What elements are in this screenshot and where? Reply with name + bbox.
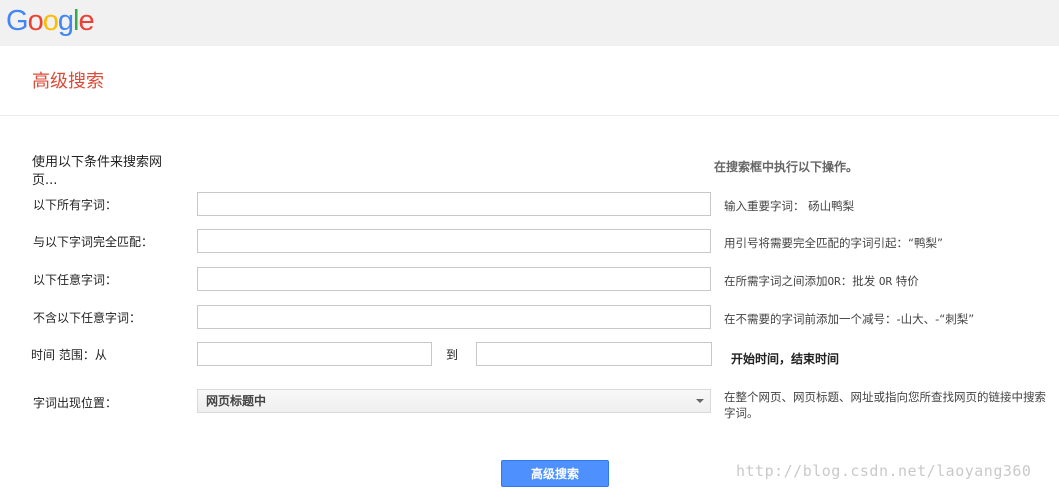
exact-phrase-label: 与以下字词完全匹配： bbox=[33, 235, 154, 249]
page-title: 高级搜索 bbox=[32, 71, 104, 92]
none-words-label: 不含以下任意字词： bbox=[33, 311, 142, 325]
logo-letter: g bbox=[57, 5, 74, 37]
term-location-select[interactable]: 网页标题中 bbox=[197, 389, 711, 413]
all-words-input[interactable] bbox=[197, 192, 711, 216]
logo-letter: e bbox=[78, 5, 94, 37]
none-words-input[interactable] bbox=[197, 305, 711, 329]
logo-letter: o bbox=[27, 5, 44, 37]
time-to-input[interactable] bbox=[476, 342, 712, 366]
time-to-label: 到 bbox=[446, 348, 459, 362]
logo-letter: o bbox=[42, 5, 59, 37]
any-words-input[interactable] bbox=[197, 267, 711, 291]
or-operator: OR bbox=[878, 275, 893, 288]
intro-text: 使用以下条件来搜索网页... bbox=[32, 155, 163, 188]
hint-column-header: 在搜索框中执行以下操作。 bbox=[714, 160, 859, 174]
time-range-label: 时间 范围：从 bbox=[31, 348, 107, 362]
any-words-hint-suffix: 特价 bbox=[892, 274, 919, 288]
watermark: http://blog.csdn.net/laoyang360 bbox=[736, 462, 1032, 480]
none-words-hint: 在不需要的字词前添加一个减号：-山大、-“刺梨” bbox=[724, 312, 975, 326]
any-words-hint-prefix: 在所需字词之间添加 bbox=[724, 274, 828, 288]
dropdown-arrow-icon bbox=[696, 399, 704, 403]
time-range-hint: 开始时间，结束时间 bbox=[731, 352, 840, 366]
all-words-hint: 输入重要字词： 砀山鸭梨 bbox=[724, 199, 855, 213]
any-words-hint-mid: ：批发 bbox=[840, 274, 879, 288]
any-words-label: 以下任意字词： bbox=[33, 273, 118, 287]
google-logo[interactable]: Google bbox=[6, 5, 95, 37]
advanced-search-button[interactable]: 高级搜索 bbox=[501, 460, 609, 487]
exact-phrase-hint: 用引号将需要完全匹配的字词引起：“鸭梨” bbox=[724, 236, 943, 250]
term-location-selected: 网页标题中 bbox=[206, 394, 267, 408]
any-words-hint: 在所需字词之间添加OR：批发 OR 特价 bbox=[724, 273, 919, 290]
all-words-label: 以下所有字词： bbox=[33, 198, 118, 212]
term-location-label: 字词出现位置： bbox=[33, 396, 118, 410]
term-location-hint: 在整个网页、网页标题、网址或指向您所查找网页的链接中搜索字词。 bbox=[724, 390, 1046, 420]
exact-phrase-input[interactable] bbox=[197, 229, 711, 253]
top-bar: Google bbox=[0, 0, 1059, 46]
or-operator: OR bbox=[827, 275, 841, 288]
header-divider bbox=[0, 115, 1059, 116]
logo-letter: G bbox=[6, 5, 29, 37]
time-from-input[interactable] bbox=[197, 342, 432, 366]
